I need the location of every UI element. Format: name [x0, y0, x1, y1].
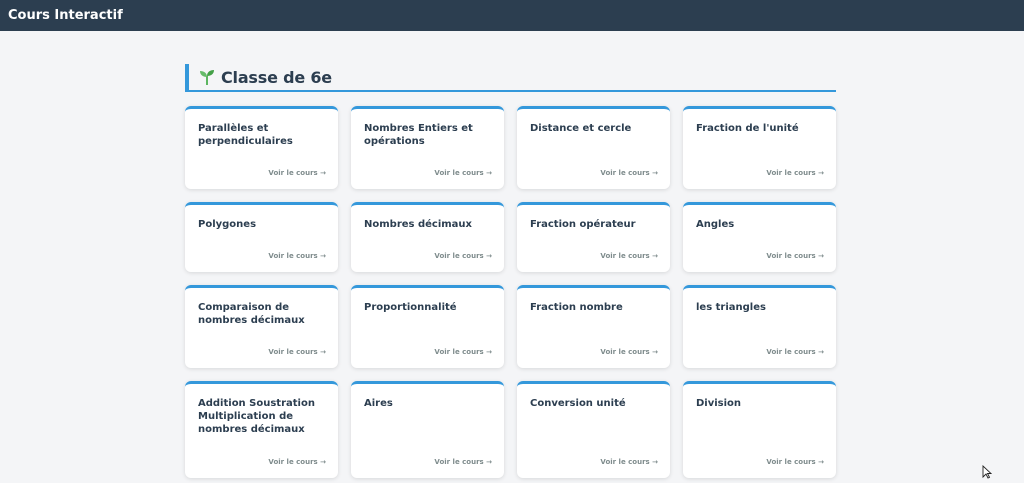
app-title[interactable]: Cours Interactif	[8, 8, 123, 23]
view-course-link[interactable]: Voir le cours →	[766, 252, 824, 260]
course-title: Nombres Entiers et opérations	[364, 123, 473, 147]
app-header: Cours Interactif	[0, 0, 1024, 31]
view-course-link[interactable]: Voir le cours →	[766, 169, 824, 177]
view-course-link[interactable]: Voir le cours →	[434, 348, 492, 356]
view-course-link[interactable]: Voir le cours →	[434, 458, 492, 466]
section-header: Classe de 6e	[185, 64, 836, 92]
view-course-link[interactable]: Voir le cours →	[268, 252, 326, 260]
course-title: Division	[696, 398, 742, 409]
course-title: Angles	[696, 219, 735, 230]
course-card[interactable]: les triangles Voir le cours →	[683, 285, 836, 368]
course-title: Conversion unité	[530, 398, 626, 409]
view-course-link[interactable]: Voir le cours →	[766, 458, 824, 466]
course-card[interactable]: Nombres Entiers et opérations Voir le co…	[351, 106, 504, 189]
view-course-link[interactable]: Voir le cours →	[766, 348, 824, 356]
course-title: Polygones	[198, 219, 257, 230]
main-content: Classe de 6e Parallèles et perpendiculai…	[185, 64, 836, 478]
course-card[interactable]: Fraction de l'unité Voir le cours →	[683, 106, 836, 189]
course-title: Comparaison de nombres décimaux	[198, 302, 305, 326]
course-title: Fraction nombre	[530, 302, 623, 313]
course-card[interactable]: Division Voir le cours →	[683, 381, 836, 478]
section-title: Classe de 6e	[221, 67, 332, 87]
course-title: Fraction opérateur	[530, 219, 636, 230]
course-title: Proportionnalité	[364, 302, 457, 313]
mouse-cursor-icon	[982, 464, 993, 479]
course-card[interactable]: Proportionnalité Voir le cours →	[351, 285, 504, 368]
view-course-link[interactable]: Voir le cours →	[600, 169, 658, 177]
view-course-link[interactable]: Voir le cours →	[268, 458, 326, 466]
view-course-link[interactable]: Voir le cours →	[600, 348, 658, 356]
sprout-icon	[198, 68, 216, 86]
course-title: Parallèles et perpendiculaires	[198, 123, 293, 147]
course-grid: Parallèles et perpendiculaires Voir le c…	[185, 106, 836, 478]
course-title: Aires	[364, 398, 393, 409]
view-course-link[interactable]: Voir le cours →	[268, 169, 326, 177]
course-title: les triangles	[696, 302, 766, 313]
course-title: Nombres décimaux	[364, 219, 472, 230]
course-card[interactable]: Aires Voir le cours →	[351, 381, 504, 478]
course-card[interactable]: Nombres décimaux Voir le cours →	[351, 202, 504, 272]
course-title: Distance et cercle	[530, 123, 632, 134]
course-card[interactable]: Conversion unité Voir le cours →	[517, 381, 670, 478]
view-course-link[interactable]: Voir le cours →	[600, 458, 658, 466]
course-card[interactable]: Polygones Voir le cours →	[185, 202, 338, 272]
course-card[interactable]: Comparaison de nombres décimaux Voir le …	[185, 285, 338, 368]
course-title: Fraction de l'unité	[696, 123, 799, 134]
course-title: Addition Soustration Multiplication de n…	[198, 398, 315, 435]
view-course-link[interactable]: Voir le cours →	[434, 169, 492, 177]
view-course-link[interactable]: Voir le cours →	[268, 348, 326, 356]
course-card[interactable]: Distance et cercle Voir le cours →	[517, 106, 670, 189]
course-card[interactable]: Angles Voir le cours →	[683, 202, 836, 272]
course-card[interactable]: Fraction opérateur Voir le cours →	[517, 202, 670, 272]
course-card[interactable]: Fraction nombre Voir le cours →	[517, 285, 670, 368]
view-course-link[interactable]: Voir le cours →	[434, 252, 492, 260]
course-card[interactable]: Addition Soustration Multiplication de n…	[185, 381, 338, 478]
view-course-link[interactable]: Voir le cours →	[600, 252, 658, 260]
course-card[interactable]: Parallèles et perpendiculaires Voir le c…	[185, 106, 338, 189]
